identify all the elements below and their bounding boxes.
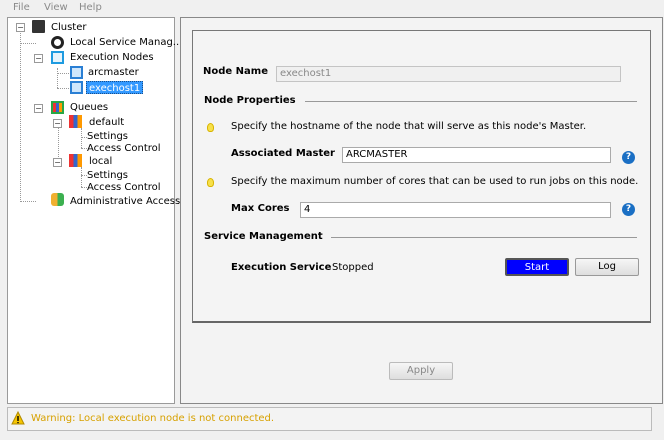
navigation-tree: − Cluster Local Service Manag... − Execu…: [7, 17, 182, 404]
execution-service-label: Execution Service: [231, 262, 332, 273]
node-icon: [70, 66, 83, 79]
help-icon[interactable]: ?: [622, 151, 635, 164]
collapse-default[interactable]: −: [53, 119, 62, 128]
tree-item-local-service[interactable]: Local Service Manag...: [70, 36, 182, 49]
apply-button[interactable]: Apply: [389, 362, 453, 380]
queue-icon: [69, 154, 82, 167]
tree-item-local[interactable]: local: [89, 155, 112, 168]
tree-item-default[interactable]: default: [89, 116, 124, 129]
tree-item-local-access-control[interactable]: Access Control: [87, 181, 161, 194]
service-management-heading: Service Management: [204, 231, 323, 242]
menu-help[interactable]: Help: [79, 2, 102, 13]
execution-nodes-icon: [51, 51, 64, 64]
menu-view[interactable]: View: [44, 2, 68, 13]
admin-users-icon: [51, 193, 64, 206]
warning-icon: [11, 411, 25, 425]
collapse-cluster[interactable]: −: [16, 23, 25, 32]
tree-item-arcmaster[interactable]: arcmaster: [88, 66, 139, 79]
node-warning-icon: [70, 81, 83, 94]
tree-item-queues[interactable]: Queues: [70, 101, 108, 114]
start-button[interactable]: Start: [505, 258, 569, 276]
execution-service-status: Stopped: [332, 262, 374, 273]
node-properties-heading: Node Properties: [204, 95, 296, 106]
menu-bar: File View Help: [0, 0, 664, 15]
queue-icon: [69, 115, 82, 128]
gear-icon: [51, 36, 64, 49]
associated-master-label: Associated Master: [231, 148, 335, 159]
hint-cores: Specify the maximum number of cores that…: [231, 176, 639, 187]
max-cores-input[interactable]: 4: [300, 202, 611, 218]
divider: [305, 101, 637, 102]
help-icon[interactable]: ?: [622, 203, 635, 216]
tree-item-default-access-control[interactable]: Access Control: [87, 142, 161, 155]
status-bar: Warning: Local execution node is not con…: [7, 407, 652, 431]
node-name-label: Node Name: [203, 66, 268, 77]
lightbulb-icon: [207, 178, 214, 187]
status-warning-text: Warning: Local execution node is not con…: [31, 413, 275, 424]
node-name-input: exechost1: [276, 66, 621, 82]
cluster-icon: [32, 20, 45, 33]
tree-item-exechost1[interactable]: exechost1: [86, 81, 144, 94]
collapse-execution-nodes[interactable]: −: [34, 54, 43, 63]
queues-icon: [51, 101, 64, 114]
hint-master: Specify the hostname of the node that wi…: [231, 121, 587, 132]
lightbulb-icon: [207, 123, 214, 132]
max-cores-label: Max Cores: [231, 203, 290, 214]
menu-file[interactable]: File: [13, 2, 30, 13]
log-button[interactable]: Log: [575, 258, 639, 276]
collapse-queues[interactable]: −: [34, 104, 43, 113]
tree-item-administrative-access[interactable]: Administrative Access: [70, 195, 180, 208]
associated-master-input[interactable]: ARCMASTER: [342, 147, 611, 163]
tree-item-execution-nodes[interactable]: Execution Nodes: [70, 51, 154, 64]
collapse-local[interactable]: −: [53, 158, 62, 167]
tree-item-cluster[interactable]: Cluster: [51, 21, 87, 34]
node-settings-group: Node Name exechost1 Node Properties Spec…: [192, 30, 651, 323]
divider: [331, 237, 637, 238]
